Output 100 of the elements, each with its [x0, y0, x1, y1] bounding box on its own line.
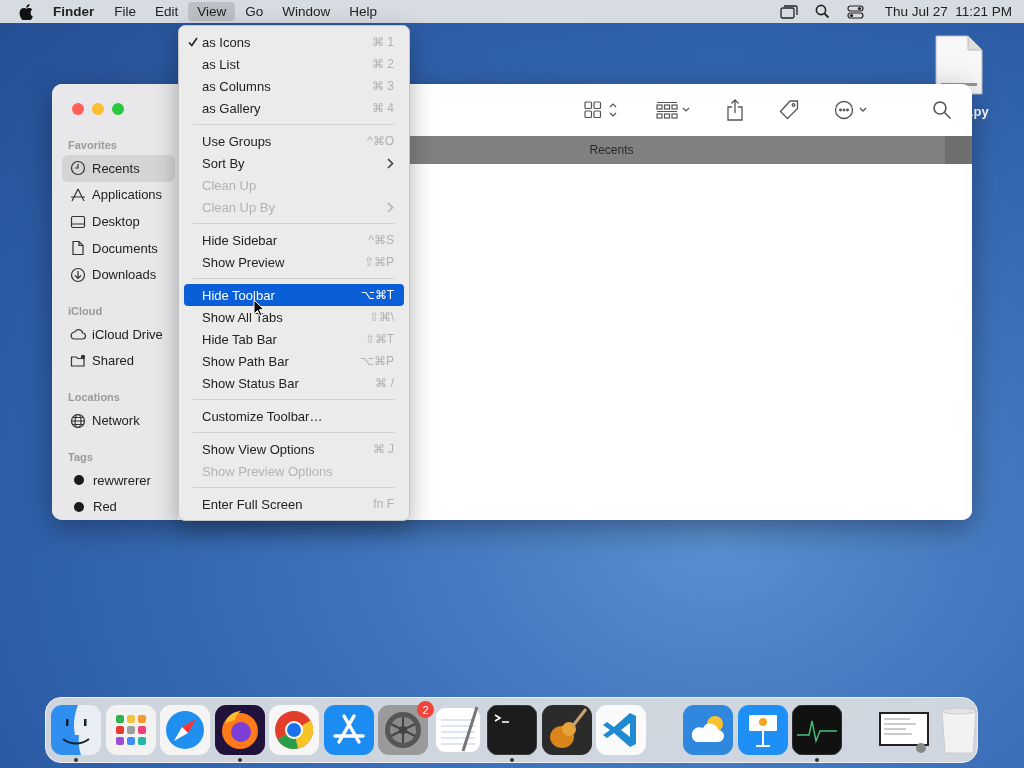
menu-item-label: Sort By: [202, 155, 246, 171]
download-icon: [70, 266, 86, 283]
sidebar-label: Documents: [92, 240, 158, 256]
menu-item-label: Show Status Bar: [202, 375, 300, 391]
menu-item-label: Show All Tabs: [202, 309, 284, 325]
menu-item-label: Customize Toolbar…: [202, 408, 324, 424]
shortcut-label: ⇧⌘\: [368, 310, 394, 324]
clock-icon: [70, 160, 86, 177]
sidebar-item[interactable]: rewwrerer: [62, 466, 175, 494]
shortcut-label: ⌘ /: [375, 376, 394, 390]
graph-icon[interactable]: [792, 705, 842, 755]
menu-item[interactable]: Customize Toolbar…: [184, 405, 404, 427]
search-icon[interactable]: [932, 100, 952, 120]
share-icon[interactable]: [726, 99, 744, 121]
shortcut-label: ⌘ J: [372, 442, 394, 456]
shortcut-label: ⌥⌘P: [360, 354, 394, 368]
sidebar-label: rewwrerer: [93, 472, 151, 488]
sidebar-heading: iCloud: [67, 304, 104, 320]
shortcut-label: ⇧⌘T: [364, 332, 394, 346]
gear-icon[interactable]: [378, 705, 428, 755]
sidebar-label: Network: [92, 413, 140, 429]
apple-icon[interactable]: [19, 3, 33, 20]
shortcut-label: ^⌘S: [368, 233, 394, 247]
control-center-icon[interactable]: [846, 4, 864, 19]
menu-item[interactable]: Hide Tab Bar ⇧⌘T: [184, 328, 404, 350]
menu-item[interactable]: as List ⌘ 2: [184, 53, 404, 75]
menu-item-label: Hide Toolbar: [202, 287, 276, 303]
face-icon[interactable]: [51, 705, 101, 755]
menu-item-label: Show Preview: [202, 254, 286, 270]
menu-item[interactable]: Hide Toolbar ⌥⌘T: [184, 284, 404, 306]
menu-item[interactable]: Window: [273, 2, 340, 21]
app-menu[interactable]: Finder: [53, 4, 95, 19]
sidebar-item[interactable]: Desktop: [62, 208, 175, 235]
tag-icon[interactable]: [778, 99, 800, 121]
sidebar-label: Desktop: [92, 214, 140, 230]
sidebar-heading: Tags: [67, 449, 94, 465]
shortcut-label: ⌥⌘T: [360, 288, 394, 302]
shortcut-label: ⌘ 4: [372, 101, 394, 115]
menu-item[interactable]: Show Status Bar ⌘ /: [184, 372, 404, 394]
app-grid-icon[interactable]: [105, 705, 156, 755]
shortcut-label: ^⌘O: [367, 134, 394, 148]
menu-item-label: as Gallery: [202, 100, 262, 116]
menu-item-label: as Columns: [202, 78, 272, 94]
shortcut-label: ⌘ 1: [372, 35, 394, 49]
menu-item[interactable]: as Gallery ⌘ 4: [184, 97, 404, 119]
sidebar-item[interactable]: iCloud Drive: [62, 321, 175, 348]
menu-item-label: Show Path Bar: [202, 353, 290, 369]
sidebar-item[interactable]: Documents: [62, 234, 175, 262]
menu-item[interactable]: as Icons ⌘ 1: [184, 31, 404, 53]
cloud-sun-icon[interactable]: [683, 705, 733, 755]
menu-item[interactable]: Go: [236, 2, 273, 21]
sidebar-item[interactable]: Applications: [62, 181, 175, 209]
menu-item-label: Clean Up: [202, 177, 258, 193]
menu-item[interactable]: Help: [340, 2, 387, 21]
group-icon[interactable]: [656, 101, 692, 119]
menu-item[interactable]: Edit: [146, 2, 188, 21]
terminal-icon[interactable]: [487, 705, 537, 755]
menu-item-label: Hide Sidebar: [202, 232, 279, 248]
menu-item[interactable]: Use Groups ^⌘O: [184, 130, 404, 152]
sidebar-item[interactable]: Downloads: [62, 261, 175, 289]
menu-item-label: Hide Tab Bar: [202, 331, 278, 347]
sidebar-item[interactable]: Network: [62, 407, 175, 434]
sidebar-label: iCloud Drive: [92, 326, 163, 342]
sidebar-label: Downloads: [92, 267, 157, 283]
menu-item[interactable]: Show All Tabs ⇧⌘\: [184, 306, 404, 328]
desktop-icon: [70, 213, 86, 230]
menu-item-label: Clean Up By: [202, 199, 276, 215]
apps-icon: [70, 187, 86, 203]
menu-item-label: Show View Options: [202, 441, 316, 457]
windows-icon[interactable]: [779, 4, 798, 19]
menu-item[interactable]: Show Path Bar ⌥⌘P: [184, 350, 404, 372]
document-icon: [70, 240, 86, 257]
sidebar-heading: Favorites: [67, 138, 118, 154]
menu-bar-clock[interactable]: Thu Jul 27 11:21 PM: [884, 4, 1012, 19]
sidebar-label: Shared: [92, 353, 134, 369]
menu-item[interactable]: View: [188, 2, 236, 21]
shared-folder-icon: [70, 352, 86, 369]
guitar-icon[interactable]: [541, 705, 592, 755]
menu-item[interactable]: as Columns ⌘ 3: [184, 75, 404, 97]
menu-item[interactable]: Hide Sidebar ^⌘S: [184, 229, 404, 251]
menu-item[interactable]: Show View Options ⌘ J: [184, 438, 404, 460]
ring-icon[interactable]: [269, 705, 319, 755]
menu-item-label: Enter Full Screen: [202, 496, 304, 512]
menu-item-label: as List: [202, 56, 241, 72]
menu-item[interactable]: Show Preview ⇧⌘P: [184, 251, 404, 273]
sidebar-item[interactable]: Recents: [62, 155, 175, 182]
notification-badge: 2: [417, 701, 434, 718]
menu-item[interactable]: Enter Full Screen fn F: [184, 493, 404, 515]
sidebar-item[interactable]: Shared: [62, 347, 175, 375]
sidebar-label: Red: [93, 499, 117, 515]
sidebar-label: Applications: [92, 187, 163, 203]
search-icon[interactable]: [814, 4, 830, 19]
menu-item[interactable]: File: [105, 2, 146, 21]
header-end-segment: [945, 136, 972, 164]
file-name[interactable]: .py: [970, 104, 989, 119]
menu-item[interactable]: Sort By: [184, 152, 404, 174]
menu-item-label: as Icons: [202, 34, 252, 50]
shortcut-label: ⌘ 3: [372, 79, 394, 93]
code-icon[interactable]: [596, 705, 646, 755]
sidebar-item[interactable]: Red: [62, 493, 175, 520]
